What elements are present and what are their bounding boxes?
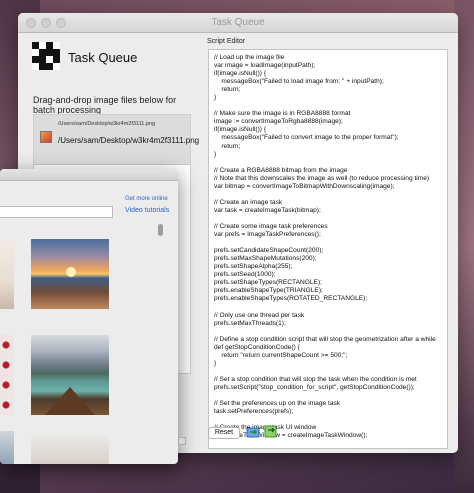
gallery-thumbnail-lake[interactable]	[31, 335, 109, 415]
save-arrow-icon[interactable]	[264, 424, 278, 438]
queue-item-path-small: /Users/sam/Desktop/w3kr4m2f3111.png	[58, 121, 156, 127]
script-line: return;	[214, 142, 241, 150]
window-titlebar[interactable]: Task Queue	[18, 13, 458, 33]
gallery-search-input[interactable]	[0, 206, 113, 218]
script-line: image := convertImageToRgba8888(image);	[214, 118, 343, 126]
gallery-thumbnail[interactable]	[0, 239, 14, 309]
drag-drop-hint: Drag-and-drop image files below for batc…	[33, 95, 177, 115]
script-line: }	[214, 150, 217, 158]
gallery-scrollbar[interactable]	[158, 222, 163, 457]
script-line: if(image.isNull()) {	[214, 126, 267, 134]
script-line: // Define a stop condition script that w…	[214, 335, 436, 343]
script-line: // Only use one thread per task	[214, 311, 305, 319]
script-editor[interactable]: // Load up the image file var image = loa…	[208, 49, 448, 449]
app-logo-icon	[32, 42, 60, 70]
script-line: }	[214, 359, 217, 367]
boat-shape	[45, 387, 95, 415]
script-line: prefs.enableShapeTypes(ROTATED_RECTANGLE…	[214, 295, 368, 303]
script-line: // Load up the image file	[214, 54, 285, 61]
script-line: prefs.setMaxThreads(1);	[214, 319, 286, 327]
window-edge-control[interactable]	[178, 437, 186, 445]
folder-arrow-icon[interactable]	[246, 424, 260, 438]
script-line: prefs.setScript("stop_condition_for_scri…	[214, 383, 415, 391]
script-line	[214, 102, 446, 110]
script-line	[214, 303, 446, 311]
script-line: messageBox("Failed to convert image to t…	[214, 134, 399, 142]
script-line: return "return currentShapeCount >= 500;…	[214, 351, 348, 359]
script-line: def getStopConditionCode() {	[214, 343, 300, 351]
gallery-thumbnail[interactable]	[31, 431, 109, 464]
script-line: prefs.setSeed(1000);	[214, 271, 276, 279]
script-editor-pane: Script Editor // Load up the image file v…	[204, 34, 458, 453]
script-line	[214, 239, 446, 247]
script-line: // Create an image task	[214, 198, 283, 206]
script-line: // Set the preferences up on the image t…	[214, 400, 341, 408]
gallery-thumbnail[interactable]	[0, 335, 14, 415]
examples-gallery-window: Get more online Video tutorials	[0, 169, 178, 464]
gallery-titlebar[interactable]	[0, 169, 178, 181]
script-line	[214, 440, 446, 448]
script-line: // Make sure the image is in RGBA8888 fo…	[214, 110, 351, 118]
script-line	[214, 328, 446, 336]
gallery-thumbnail[interactable]	[0, 431, 14, 464]
sun-shape	[66, 267, 76, 277]
script-line	[214, 416, 446, 424]
script-line: var image = loadImage(inputPath);	[214, 62, 316, 70]
script-line: // Create a RGBA8888 bitmap from the ima…	[214, 166, 348, 174]
script-line: prefs.setShapeTypes(RECTANGLE);	[214, 279, 322, 287]
script-line: var prefs = ImageTaskPreferences();	[214, 231, 321, 239]
window-title: Task Queue	[211, 17, 265, 28]
script-editor-label: Script Editor	[207, 38, 246, 45]
script-line: prefs.enableShapeType(TRIANGLE);	[214, 287, 323, 295]
app-title: Task Queue	[68, 50, 138, 65]
script-line: if(image.isNull()) {	[214, 70, 267, 78]
script-line: // Note that this downscales the image a…	[214, 174, 430, 182]
script-line: // Create some image task preferences	[214, 222, 328, 230]
video-tutorials-link[interactable]: Video tutorials	[125, 207, 169, 214]
get-more-online-link[interactable]: Get more online	[125, 196, 168, 202]
script-line: return;	[214, 86, 241, 94]
image-thumbnail-icon	[40, 131, 52, 143]
script-line: var task = createImageTask(bitmap);	[214, 206, 321, 214]
script-line: prefs.setShapeAlpha(255);	[214, 263, 293, 271]
script-line	[214, 159, 446, 167]
gallery-thumbnail-sunset[interactable]	[31, 239, 109, 309]
script-line: prefs.setMaxShapeMutations(200);	[214, 255, 317, 263]
script-line: var bitmap = convertImageToBitmapWithDow…	[214, 182, 395, 190]
script-code[interactable]: // Load up the image file var image = loa…	[214, 54, 446, 449]
script-line	[214, 191, 446, 199]
script-line	[214, 392, 446, 400]
script-line: }	[214, 94, 217, 102]
reset-button[interactable]: Reset	[208, 427, 240, 439]
script-line	[214, 215, 446, 223]
gallery-scrollbar-thumb[interactable]	[158, 224, 163, 236]
script-line: messageBox("Failed to load image from: "…	[214, 78, 384, 86]
script-line: prefs.setCandidateShapeCount(200);	[214, 247, 324, 255]
script-line: task.setPreferences(prefs);	[214, 408, 294, 416]
script-line	[214, 368, 446, 376]
queue-item[interactable]: /Users/sam/Desktop/w3kr4m2f3111.png /Use…	[34, 115, 199, 165]
script-line: // Set the image task up on the UI	[214, 448, 446, 449]
queue-item-path: /Users/sam/Desktop/w3kr4m2f3111.png	[58, 136, 200, 145]
script-line: // Set a stop condition that will stop t…	[214, 375, 417, 383]
